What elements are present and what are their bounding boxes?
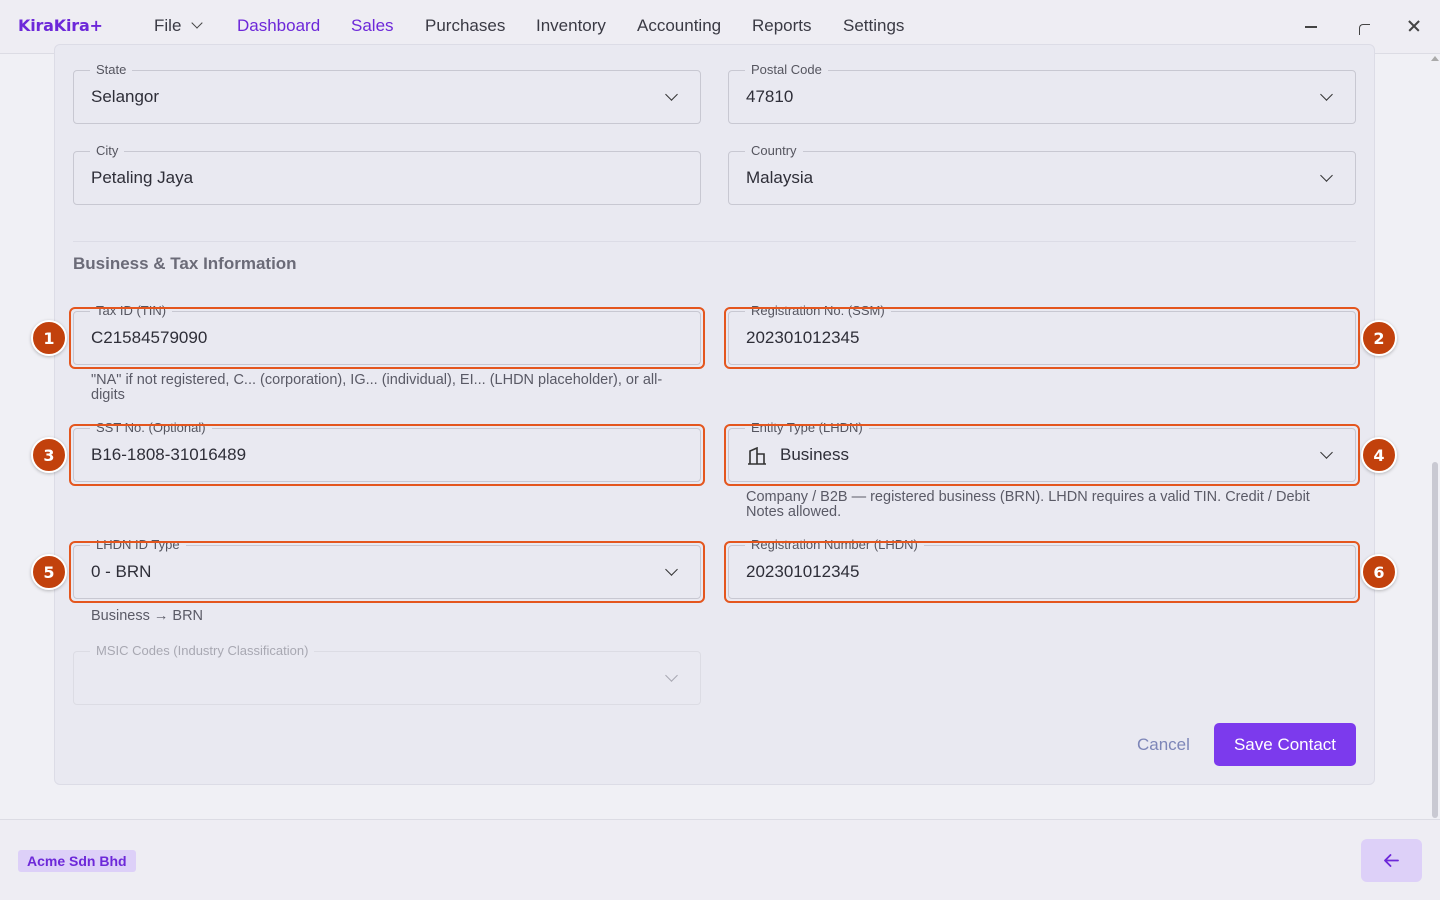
nav-reports[interactable]: Reports [752,16,812,36]
registration-ssm-label: Registration No. (SSM) [745,303,891,319]
lhdn-id-type-label: LHDN ID Type [90,537,186,553]
country-select[interactable]: Country Malaysia [728,143,1356,205]
chevron-down-icon [665,88,678,101]
postal-code-label: Postal Code [745,62,828,78]
country-value: Malaysia [746,168,814,187]
cancel-button[interactable]: Cancel [1137,735,1190,755]
lhdn-id-type-value: 0 - BRN [91,562,152,581]
save-contact-button[interactable]: Save Contact [1214,723,1356,766]
scroll-up-arrow-icon[interactable] [1431,56,1439,61]
entity-type-select[interactable]: Entity Type (LHDN) Business [728,420,1356,482]
annotation-badge: 3 [31,437,67,473]
sst-value: B16-1808-31016489 [91,445,247,464]
country-label: Country [745,143,803,159]
arrow-left-icon [1384,854,1399,867]
minimize-icon[interactable] [1300,14,1324,38]
registration-ssm-value: 202301012345 [746,328,860,347]
registration-lhdn-field[interactable]: Registration Number (LHDN) 202301012345 [728,537,1356,599]
tax-id-helper: "NA" if not registered, C... (corporatio… [91,372,663,403]
entity-type-value: Business [780,445,849,464]
file-menu-label: File [154,16,182,35]
chevron-down-icon [665,669,678,682]
back-button[interactable] [1361,839,1422,882]
chevron-down-icon [1320,446,1333,459]
maximize-icon[interactable] [1352,14,1376,38]
chevron-down-icon [1320,88,1333,101]
chevron-down-icon [665,563,678,576]
msic-codes-label: MSIC Codes (Industry Classification) [90,643,315,659]
entity-type-label: Entity Type (LHDN) [745,420,869,436]
msic-codes-select[interactable]: MSIC Codes (Industry Classification) [73,643,701,705]
file-menu[interactable]: File [154,16,204,36]
chevron-down-icon [191,17,204,29]
section-divider [73,241,1356,242]
state-select[interactable]: State Selangor [73,62,701,124]
annotation-badge: 5 [31,554,67,590]
nav-purchases[interactable]: Purchases [425,16,505,36]
nav-accounting[interactable]: Accounting [637,16,721,36]
city-field[interactable]: City Petaling Jaya [73,143,701,205]
section-title: Business & Tax Information [73,254,297,273]
tax-id-label: Tax ID (TIN) [90,303,173,319]
nav-inventory[interactable]: Inventory [536,16,606,36]
registration-ssm-field[interactable]: Registration No. (SSM) 202301012345 [728,303,1356,365]
annotation-badge: 2 [1361,320,1397,356]
state-value: Selangor [91,87,160,106]
city-label: City [90,143,125,159]
entity-type-helper: Company / B2B — registered business (BRN… [746,489,1310,520]
footer-bar [0,819,1440,900]
annotation-badge: 4 [1361,437,1397,473]
tax-id-field[interactable]: Tax ID (TIN) C21584579090 [73,303,701,365]
sst-field[interactable]: SST No. (Optional) B16-1808-31016489 [73,420,701,482]
nav-sales[interactable]: Sales [351,16,394,36]
city-value: Petaling Jaya [91,168,194,187]
scrollbar-thumb[interactable] [1432,462,1438,818]
sst-label: SST No. (Optional) [90,420,212,436]
lhdn-id-type-helper: Business → BRN [91,608,204,624]
postal-code-value: 47810 [746,87,794,106]
tax-id-value: C21584579090 [91,328,208,347]
registration-lhdn-label: Registration Number (LHDN) [745,537,924,553]
app-logo: KiraKira+ [18,16,103,35]
postal-code-select[interactable]: Postal Code 47810 [728,62,1356,124]
chevron-down-icon [1320,169,1333,182]
registration-lhdn-value: 202301012345 [746,562,860,581]
annotation-badge: 1 [31,320,67,356]
nav-dashboard[interactable]: Dashboard [237,16,320,36]
company-badge: Acme Sdn Bhd [18,850,136,872]
nav-settings[interactable]: Settings [843,16,904,36]
annotation-badge: 6 [1361,554,1397,590]
lhdn-id-type-select[interactable]: LHDN ID Type 0 - BRN [73,537,701,599]
state-label: State [90,62,133,78]
building-icon [748,447,766,465]
close-icon[interactable] [1402,14,1426,38]
